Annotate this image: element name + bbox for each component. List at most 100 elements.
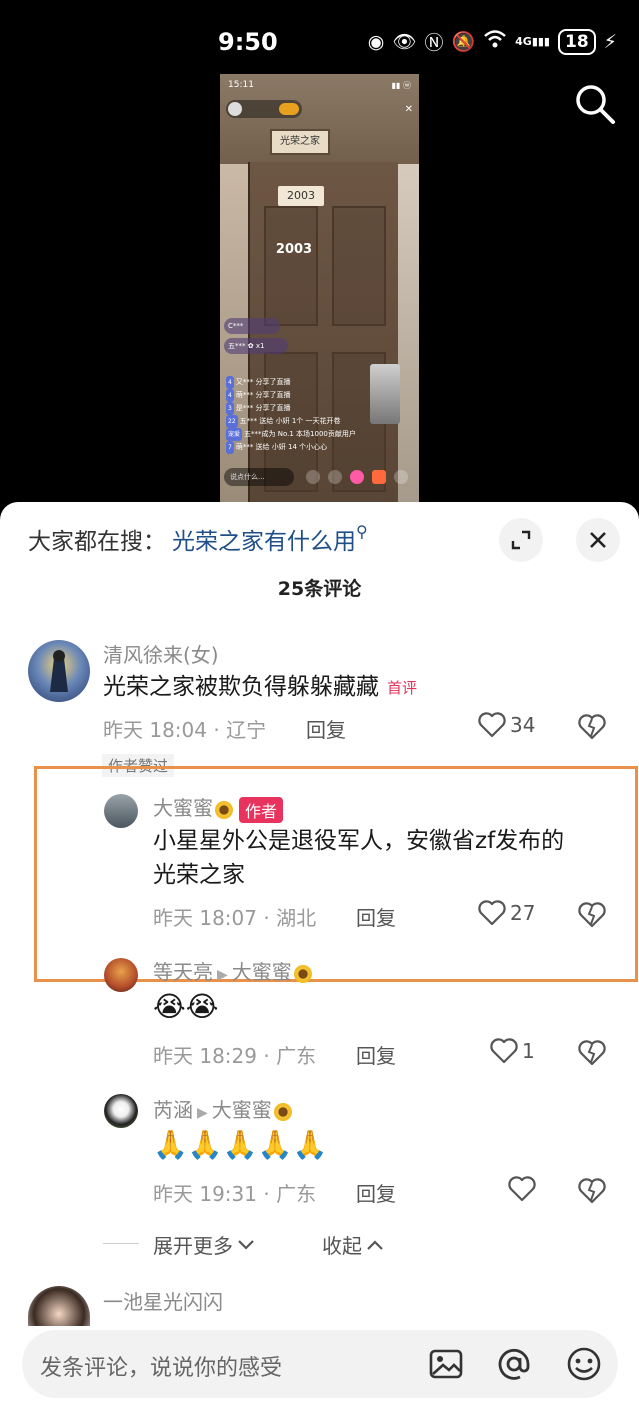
- broken-heart-icon: [578, 902, 606, 928]
- heart-icon: [490, 1038, 518, 1064]
- reply-username-text: 芮涵: [153, 1098, 193, 1122]
- reply-button[interactable]: 回复: [306, 714, 346, 743]
- reply-text-line: 小星星外公是退役军人，安徽省zf发布的: [153, 828, 565, 854]
- video-host-avatar: [228, 102, 242, 116]
- signal-icon: 4G▮▮▮: [515, 35, 550, 48]
- emoji-icon: [306, 470, 320, 484]
- video-chat-item: 22 五*** 送给 小妍 1个 一天花开卷: [226, 415, 366, 428]
- reply-button[interactable]: 回复: [356, 902, 396, 931]
- gift-icon: [372, 470, 386, 484]
- collapse-label: 收起: [322, 1234, 362, 1258]
- collapse-button[interactable]: 收起: [322, 1230, 384, 1259]
- reply-meta: 昨天 18:29 · 广东: [153, 1044, 317, 1068]
- expand-icon: [511, 530, 531, 550]
- video-time: 15:11: [228, 80, 254, 90]
- video-door-lock: [370, 364, 400, 424]
- comment-username[interactable]: 清风徐来(女): [103, 639, 219, 668]
- eye-icon: 👁: [392, 31, 417, 53]
- comment-text: 光荣之家被欺负得躲躲藏藏 首评: [103, 670, 417, 705]
- comment-body: 光荣之家被欺负得躲躲藏藏: [103, 674, 379, 700]
- reply-username-text: 大蜜蜜: [153, 796, 213, 820]
- reply-to-username: 大蜜蜜: [211, 1098, 272, 1122]
- wifi-icon: [483, 29, 507, 54]
- video-gift-banner: C***: [224, 318, 280, 334]
- heart-icon: [508, 1176, 536, 1202]
- video-follow-button: [279, 103, 299, 115]
- trending-search-label: 大家都在搜：: [28, 529, 166, 555]
- video-chat-item: 7 萌*** 送给 小妍 14 个小心心: [226, 441, 366, 454]
- reply-username-text: 等天亮: [153, 960, 213, 984]
- divider: [103, 1243, 139, 1244]
- video-plaque: 光荣之家: [270, 129, 330, 155]
- search-icon[interactable]: [573, 82, 617, 126]
- avatar[interactable]: [28, 640, 90, 702]
- video-door-number: 2003: [278, 186, 324, 206]
- pray-emoji: 🙏🙏🙏🙏🙏: [153, 1128, 328, 1161]
- video-preview[interactable]: 光荣之家 2003 2003 15:11 ▮▮ ⓦ ✕ C*** 五*** ✿ …: [220, 74, 419, 502]
- chevron-down-icon: [238, 1239, 254, 1250]
- at-icon[interactable]: [494, 1344, 534, 1384]
- close-button[interactable]: [576, 518, 620, 562]
- like-button[interactable]: [508, 1176, 536, 1202]
- emoji-icon[interactable]: [564, 1344, 604, 1384]
- status-time: 9:50: [218, 28, 278, 56]
- hd-call-icon: ◉: [367, 30, 385, 53]
- like-count: 1: [522, 1039, 535, 1063]
- status-icons: ◉ 👁 Ⓝ 🔕 4G▮▮▮ 18 ⚡: [368, 28, 617, 55]
- reply-meta: 昨天 18:07 · 湖北: [153, 906, 317, 930]
- expand-more-button[interactable]: 展开更多: [153, 1230, 255, 1259]
- link-icon: [328, 470, 342, 484]
- image-icon[interactable]: [426, 1344, 466, 1384]
- heart-icon: [350, 470, 364, 484]
- reply-username[interactable]: 等天亮 ▶ 大蜜蜜: [153, 956, 312, 985]
- trending-search-query[interactable]: 光荣之家有什么用: [172, 529, 356, 555]
- reply-username[interactable]: 大蜜蜜 作者: [153, 792, 284, 823]
- sunflower-icon: [273, 1102, 292, 1121]
- avatar[interactable]: [104, 794, 138, 828]
- like-button[interactable]: 1: [490, 1038, 535, 1064]
- like-count: 34: [510, 713, 536, 737]
- reply-text-line: 光荣之家: [153, 862, 245, 888]
- reply-button[interactable]: 回复: [356, 1040, 396, 1069]
- reply-to-username: 大蜜蜜: [231, 960, 292, 984]
- dislike-button[interactable]: [578, 714, 606, 744]
- comment-input[interactable]: 发条评论，说说你的感受: [22, 1330, 618, 1398]
- share-icon: [394, 470, 408, 484]
- expand-button[interactable]: [499, 518, 543, 562]
- comment-username[interactable]: 一池星光闪闪: [103, 1286, 223, 1315]
- charging-icon: ⚡: [603, 30, 617, 53]
- nfc-icon: Ⓝ: [424, 32, 444, 54]
- network-type: 4G: [515, 35, 532, 48]
- broken-heart-icon: [578, 714, 606, 740]
- video-chat-item: 宠爱 五***成为 No.1 本场1000贡献用户: [226, 428, 366, 441]
- video-gift-banner: 五*** ✿ x1: [224, 338, 288, 354]
- dislike-button[interactable]: [578, 902, 606, 932]
- battery-icon: 18: [557, 28, 596, 55]
- first-comment-badge: 首评: [387, 678, 418, 697]
- like-button[interactable]: 34: [478, 712, 535, 738]
- comment-input-placeholder: 发条评论，说说你的感受: [40, 1356, 283, 1381]
- video-chat-input: 说点什么...: [224, 468, 294, 486]
- like-button[interactable]: 27: [478, 900, 535, 926]
- heart-icon: [478, 900, 506, 926]
- reply-username[interactable]: 芮涵 ▶ 大蜜蜜: [153, 1094, 292, 1123]
- video-door-number-decor: 2003: [275, 242, 313, 257]
- dislike-button[interactable]: [578, 1040, 606, 1070]
- sunflower-icon: [215, 800, 233, 819]
- avatar[interactable]: [104, 1094, 138, 1128]
- close-icon: [590, 532, 606, 548]
- trending-search[interactable]: 大家都在搜： 光荣之家有什么用⚲: [28, 522, 368, 556]
- reply-arrow-icon: ▶: [197, 1105, 208, 1121]
- chevron-up-icon: [367, 1239, 383, 1250]
- reply-button[interactable]: 回复: [356, 1178, 396, 1207]
- video-chat-item: 4 又*** 分享了直播: [226, 376, 366, 389]
- avatar[interactable]: [28, 1286, 90, 1326]
- dislike-button[interactable]: [578, 1178, 606, 1208]
- video-bottom-bar: 说点什么...: [224, 468, 414, 488]
- broken-heart-icon: [578, 1040, 606, 1066]
- small-search-icon: ⚲: [356, 522, 368, 541]
- crying-emoji: 😭😭: [153, 990, 219, 1023]
- comment-count: 25条评论: [277, 578, 362, 600]
- comment-sheet: 大家都在搜： 光荣之家有什么用⚲ 25条评论 清风徐来(女) 光荣之家被欺负得躲躲…: [0, 502, 639, 1414]
- avatar[interactable]: [104, 958, 138, 992]
